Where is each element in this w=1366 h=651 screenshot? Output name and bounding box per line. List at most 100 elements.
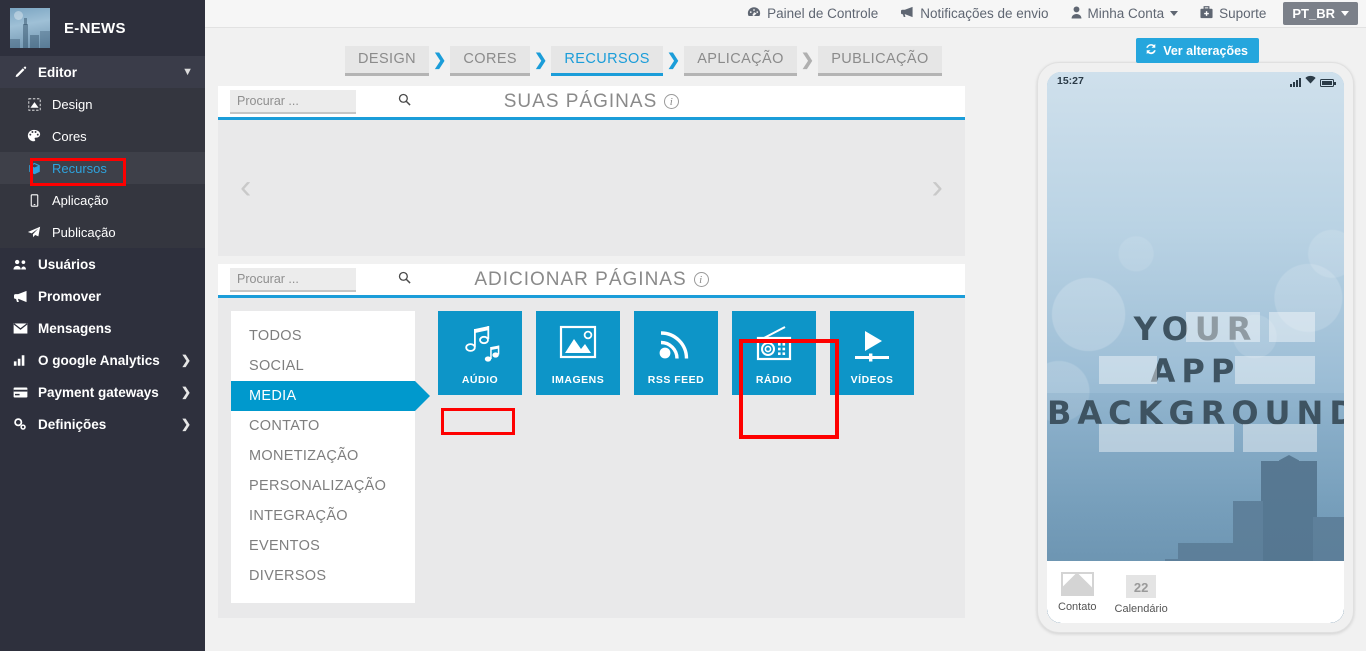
user-icon bbox=[1071, 5, 1082, 22]
gears-icon bbox=[12, 417, 28, 431]
sidebar-item-usuarios[interactable]: Usuários bbox=[0, 248, 205, 280]
sidebar-item-aplicacao-label: Aplicação bbox=[52, 192, 109, 208]
add-pages-search-input[interactable] bbox=[237, 271, 398, 286]
chevron-right-icon: ❯ bbox=[180, 417, 191, 431]
sidebar-item-cores[interactable]: Cores bbox=[0, 120, 205, 152]
category-contato[interactable]: CONTATO bbox=[231, 411, 415, 441]
phone-tab-calendario[interactable]: 22 Calendário bbox=[1114, 569, 1168, 615]
chevron-right-icon: ❯ bbox=[800, 51, 815, 69]
sidebar-item-design[interactable]: Design bbox=[0, 88, 205, 120]
photo-icon bbox=[536, 322, 620, 368]
carousel-next-button[interactable]: › bbox=[932, 170, 943, 204]
caret-down-icon bbox=[1170, 11, 1179, 16]
phone-tab-bar: Contato 22 Calendário bbox=[1047, 561, 1344, 623]
sidebar-item-mensagens[interactable]: Mensagens bbox=[0, 312, 205, 344]
category-personalizacao[interactable]: PERSONALIZAÇÃO bbox=[231, 471, 415, 501]
tile-videos-label: VÍDEOS bbox=[850, 374, 894, 386]
sidebar-item-payment-gateways-label: Payment gateways bbox=[38, 384, 159, 400]
category-media[interactable]: MEDIA bbox=[231, 381, 430, 411]
tile-imagens[interactable]: IMAGENS bbox=[536, 311, 620, 395]
topbar-item-minha-conta-label: Minha Conta bbox=[1087, 6, 1165, 21]
credit-card-icon bbox=[12, 386, 28, 398]
add-pages-search[interactable] bbox=[230, 267, 411, 292]
dashboard-icon bbox=[747, 6, 761, 22]
your-pages-carousel: ‹ › bbox=[218, 120, 965, 253]
sidebar-item-google-analytics[interactable]: O google Analytics ❯ bbox=[0, 344, 205, 376]
signal-bars-icon bbox=[1290, 78, 1301, 87]
breadcrumb: DESIGN ❯ CORES ❯ RECURSOS ❯ APLICAÇÃO ❯ … bbox=[345, 46, 942, 76]
add-pages-header: ADICIONAR PÁGINAS i bbox=[218, 264, 965, 298]
breadcrumb-item-aplicacao[interactable]: APLICAÇÃO bbox=[684, 46, 797, 76]
envelope-icon bbox=[12, 322, 28, 334]
sidebar-item-recursos[interactable]: Recursos bbox=[0, 152, 205, 184]
brand[interactable]: E-NEWS bbox=[0, 0, 205, 56]
phone-screen[interactable]: 15:27 YOUR APP BACKGROUND Contato 22 Cal… bbox=[1047, 72, 1344, 623]
brand-name: E-NEWS bbox=[64, 19, 126, 37]
mobile-icon bbox=[26, 193, 42, 207]
tile-videos[interactable]: VÍDEOS bbox=[830, 311, 914, 395]
topbar-item-notificacoes[interactable]: Notificações de envio bbox=[889, 0, 1059, 28]
tile-rss-feed[interactable]: RSS FEED bbox=[634, 311, 718, 395]
calendar-day-number: 22 bbox=[1133, 579, 1149, 595]
design-frame-icon bbox=[26, 97, 42, 111]
your-pages-search-input[interactable] bbox=[237, 93, 398, 108]
search-icon[interactable] bbox=[398, 93, 411, 109]
breadcrumb-item-design[interactable]: DESIGN bbox=[345, 46, 429, 76]
info-circle-icon[interactable]: i bbox=[693, 272, 709, 287]
category-social[interactable]: SOCIAL bbox=[231, 351, 415, 381]
wifi-icon bbox=[1305, 75, 1316, 87]
language-selector[interactable]: PT_BR bbox=[1283, 2, 1358, 25]
language-selector-label: PT_BR bbox=[1292, 6, 1335, 21]
breadcrumb-item-cores[interactable]: CORES bbox=[450, 46, 530, 76]
battery-full-icon bbox=[1320, 79, 1336, 87]
tile-radio[interactable]: RÁDIO bbox=[732, 311, 816, 395]
topbar-item-painel-de-controle[interactable]: Painel de Controle bbox=[736, 0, 889, 28]
carousel-prev-button[interactable]: ‹ bbox=[240, 170, 251, 204]
rss-icon bbox=[634, 322, 718, 368]
chevron-right-icon: ❯ bbox=[180, 353, 191, 367]
app-logo-icon bbox=[10, 8, 50, 48]
your-pages-search[interactable] bbox=[230, 89, 411, 114]
sidebar-item-publicacao[interactable]: Publicação bbox=[0, 216, 205, 248]
add-pages-panel: ADICIONAR PÁGINAS i TODOS SOCIAL MEDIA C… bbox=[218, 264, 965, 618]
category-monetizacao[interactable]: MONETIZAÇÃO bbox=[231, 441, 415, 471]
phone-bg-line-2: APP bbox=[1047, 350, 1344, 392]
category-eventos[interactable]: EVENTOS bbox=[231, 531, 415, 561]
category-diversos[interactable]: DIVERSOS bbox=[231, 561, 415, 591]
megaphone-icon bbox=[12, 290, 28, 303]
paper-plane-icon bbox=[26, 225, 42, 239]
sidebar-item-promover-label: Promover bbox=[38, 288, 102, 304]
topbar-item-notificacoes-label: Notificações de envio bbox=[920, 6, 1049, 21]
breadcrumb-item-publicacao[interactable]: PUBLICAÇÃO bbox=[818, 46, 942, 76]
users-icon bbox=[12, 258, 28, 271]
phone-preview: 15:27 YOUR APP BACKGROUND Contato 22 Cal… bbox=[1037, 62, 1354, 633]
add-pages-title: ADICIONAR PÁGINAS bbox=[474, 268, 687, 290]
chevron-down-icon: ▼ bbox=[182, 66, 193, 78]
phone-tab-calendario-label: Calendário bbox=[1114, 602, 1168, 615]
sidebar-item-design-label: Design bbox=[52, 96, 93, 112]
topbar-item-painel-de-controle-label: Painel de Controle bbox=[767, 6, 879, 21]
search-icon[interactable] bbox=[398, 271, 411, 287]
sidebar-item-google-analytics-label: O google Analytics bbox=[38, 352, 160, 368]
breadcrumb-item-recursos[interactable]: RECURSOS bbox=[551, 46, 663, 76]
tile-audio[interactable]: AÚDIO bbox=[438, 311, 522, 395]
topbar-item-suporte[interactable]: Suporte bbox=[1189, 0, 1277, 28]
phone-status-time: 15:27 bbox=[1057, 75, 1084, 87]
tile-imagens-label: IMAGENS bbox=[551, 374, 605, 386]
sidebar-item-aplicacao[interactable]: Aplicação bbox=[0, 184, 205, 216]
your-pages-panel: SUAS PÁGINAS i ‹ › bbox=[218, 86, 965, 256]
info-circle-icon[interactable]: i bbox=[664, 94, 680, 109]
category-integracao[interactable]: INTEGRAÇÃO bbox=[231, 501, 415, 531]
sidebar-item-definicoes[interactable]: Definições ❯ bbox=[0, 408, 205, 440]
sidebar-item-promover[interactable]: Promover bbox=[0, 280, 205, 312]
your-pages-title: SUAS PÁGINAS bbox=[503, 90, 658, 112]
topbar-item-minha-conta[interactable]: Minha Conta bbox=[1060, 0, 1190, 28]
tile-audio-label: AÚDIO bbox=[461, 374, 499, 386]
category-todos[interactable]: TODOS bbox=[231, 321, 415, 351]
phone-tab-contato[interactable]: Contato bbox=[1058, 571, 1097, 613]
sidebar-section-editor[interactable]: Editor ▼ bbox=[0, 56, 205, 88]
phone-background-text: YOUR APP BACKGROUND bbox=[1047, 308, 1344, 453]
tile-rss-feed-label: RSS FEED bbox=[647, 374, 705, 386]
view-changes-button[interactable]: Ver alterações bbox=[1136, 38, 1259, 63]
sidebar-item-payment-gateways[interactable]: Payment gateways ❯ bbox=[0, 376, 205, 408]
